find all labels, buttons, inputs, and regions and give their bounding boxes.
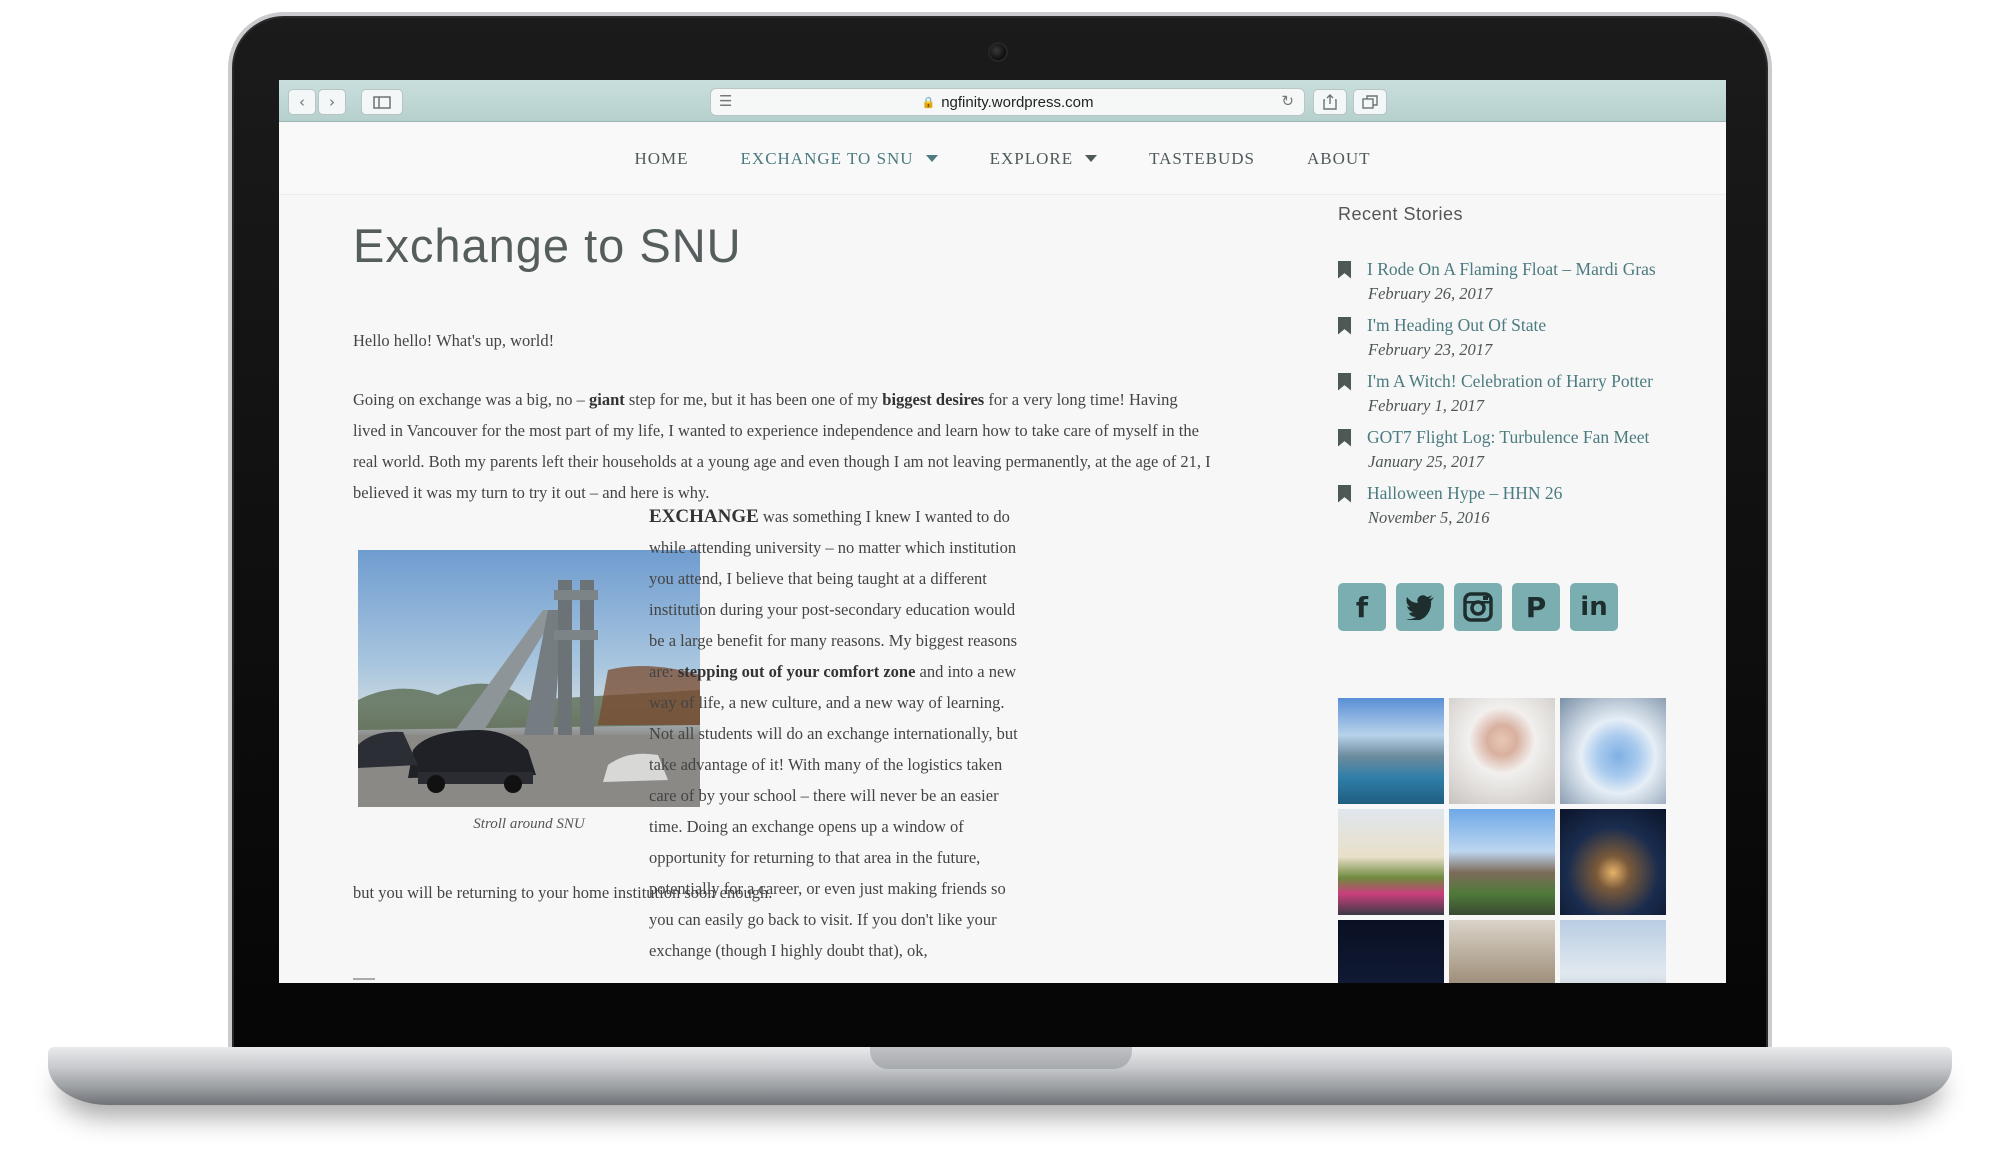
recent-story-date: February 26, 2017: [1368, 284, 1493, 303]
divider: [353, 978, 375, 980]
recent-story-date: February 1, 2017: [1368, 396, 1484, 415]
recent-story-link[interactable]: I Rode On A Flaming Float – Mardi Gras: [1367, 259, 1656, 280]
recent-story: Halloween Hype – HHN 26 November 5, 2016: [1338, 483, 1698, 528]
nav-tastebuds-label: TASTEBUDS: [1149, 148, 1255, 168]
nav-explore-label: EXPLORE: [989, 148, 1074, 168]
instagram-photo[interactable]: [1338, 920, 1444, 983]
back-button[interactable]: ‹: [288, 89, 316, 115]
instagram-photo[interactable]: [1449, 920, 1555, 983]
sidebar-icon: [373, 95, 391, 109]
facebook-icon[interactable]: f: [1338, 583, 1386, 631]
instagram-photo[interactable]: [1338, 809, 1444, 915]
address-bar[interactable]: ☰ 🔒 ngfinity.wordpress.com ↻: [710, 88, 1305, 116]
share-button[interactable]: [1313, 89, 1347, 115]
twitter-icon[interactable]: [1396, 583, 1444, 631]
post-greeting: Hello hello! What's up, world!: [353, 331, 555, 350]
share-icon: [1323, 94, 1337, 110]
post-paragraph-1: Going on exchange was a big, no – giant …: [353, 390, 1211, 502]
nav-explore[interactable]: EXPLORE: [990, 149, 1098, 169]
recent-story-date: November 5, 2016: [1368, 508, 1490, 527]
pinterest-icon[interactable]: P: [1512, 583, 1560, 631]
nav-about-label: ABOUT: [1306, 148, 1371, 168]
forward-button[interactable]: ›: [318, 89, 346, 115]
nav-exchange-to-snu[interactable]: EXCHANGE TO SNU: [741, 149, 938, 169]
browser-toolbar: ‹ › ☰ 🔒 ngfinity.wordpress.com ↻: [279, 80, 1726, 122]
site-navigation: HOME EXCHANGE TO SNU EXPLORE TASTEBUDS A…: [279, 123, 1726, 195]
recent-story: GOT7 Flight Log: Turbulence Fan Meet Jan…: [1338, 427, 1698, 472]
recent-story-date: February 23, 2017: [1368, 340, 1493, 359]
instagram-icon[interactable]: [1454, 583, 1502, 631]
tabs-icon: [1362, 95, 1378, 109]
bookmark-icon: [1338, 316, 1351, 335]
instagram-photo[interactable]: [1560, 920, 1666, 983]
instagram-photo[interactable]: [1449, 809, 1555, 915]
page-title: Exchange to SNU: [353, 219, 742, 272]
caret-down-icon: [1085, 155, 1098, 162]
url-text: ngfinity.wordpress.com: [941, 93, 1094, 111]
recent-story: I Rode On A Flaming Float – Mardi Gras F…: [1338, 259, 1698, 304]
instagram-photo[interactable]: [1560, 698, 1666, 804]
recent-story: I'm A Witch! Celebration of Harry Potter…: [1338, 371, 1698, 416]
recent-story-link[interactable]: GOT7 Flight Log: Turbulence Fan Meet: [1367, 427, 1649, 448]
camera-icon: [988, 42, 1008, 62]
instagram-feed: [1338, 698, 1666, 983]
bookmark-icon: [1338, 372, 1351, 391]
reload-icon[interactable]: ↻: [1281, 92, 1294, 110]
recent-story-date: January 25, 2017: [1368, 452, 1484, 471]
instagram-photo[interactable]: [1338, 698, 1444, 804]
social-links: f P in: [1338, 583, 1618, 631]
caret-down-icon: [925, 155, 938, 162]
instagram-camera-shape: [1463, 592, 1493, 622]
nav-about[interactable]: ABOUT: [1307, 149, 1371, 169]
chevron-right-icon: ›: [329, 93, 335, 111]
tabs-button[interactable]: [1353, 89, 1387, 115]
recent-story-link[interactable]: I'm Heading Out Of State: [1367, 315, 1546, 336]
recent-stories-title: Recent Stories: [1338, 204, 1464, 224]
nav-home-label: HOME: [634, 148, 689, 168]
recent-story-link[interactable]: I'm A Witch! Celebration of Harry Potter: [1367, 371, 1653, 392]
instagram-photo[interactable]: [1560, 809, 1666, 915]
recent-story: I'm Heading Out Of State February 23, 20…: [1338, 315, 1698, 360]
nav-home[interactable]: HOME: [634, 149, 688, 169]
bookmark-icon: [1338, 484, 1351, 503]
reader-icon[interactable]: ☰: [719, 92, 732, 110]
twitter-bird-shape: [1406, 595, 1434, 620]
nav-tastebuds[interactable]: TASTEBUDS: [1149, 149, 1255, 169]
post-paragraph-2-tail: but you will be returning to your home i…: [353, 883, 773, 902]
chevron-left-icon: ‹: [299, 93, 305, 111]
instagram-photo[interactable]: [1449, 698, 1555, 804]
bookmark-icon: [1338, 428, 1351, 447]
bookmark-icon: [1338, 260, 1351, 279]
sidebar-button[interactable]: [361, 89, 403, 115]
lock-icon: 🔒: [921, 96, 936, 109]
nav-exchange-label: EXCHANGE TO SNU: [740, 148, 914, 168]
recent-story-link[interactable]: Halloween Hype – HHN 26: [1367, 483, 1562, 504]
laptop-notch: [870, 1047, 1132, 1069]
linkedin-icon[interactable]: in: [1570, 583, 1618, 631]
screen: ‹ › ☰ 🔒 ngfinity.wordpress.com ↻ HOME EX…: [279, 80, 1726, 983]
